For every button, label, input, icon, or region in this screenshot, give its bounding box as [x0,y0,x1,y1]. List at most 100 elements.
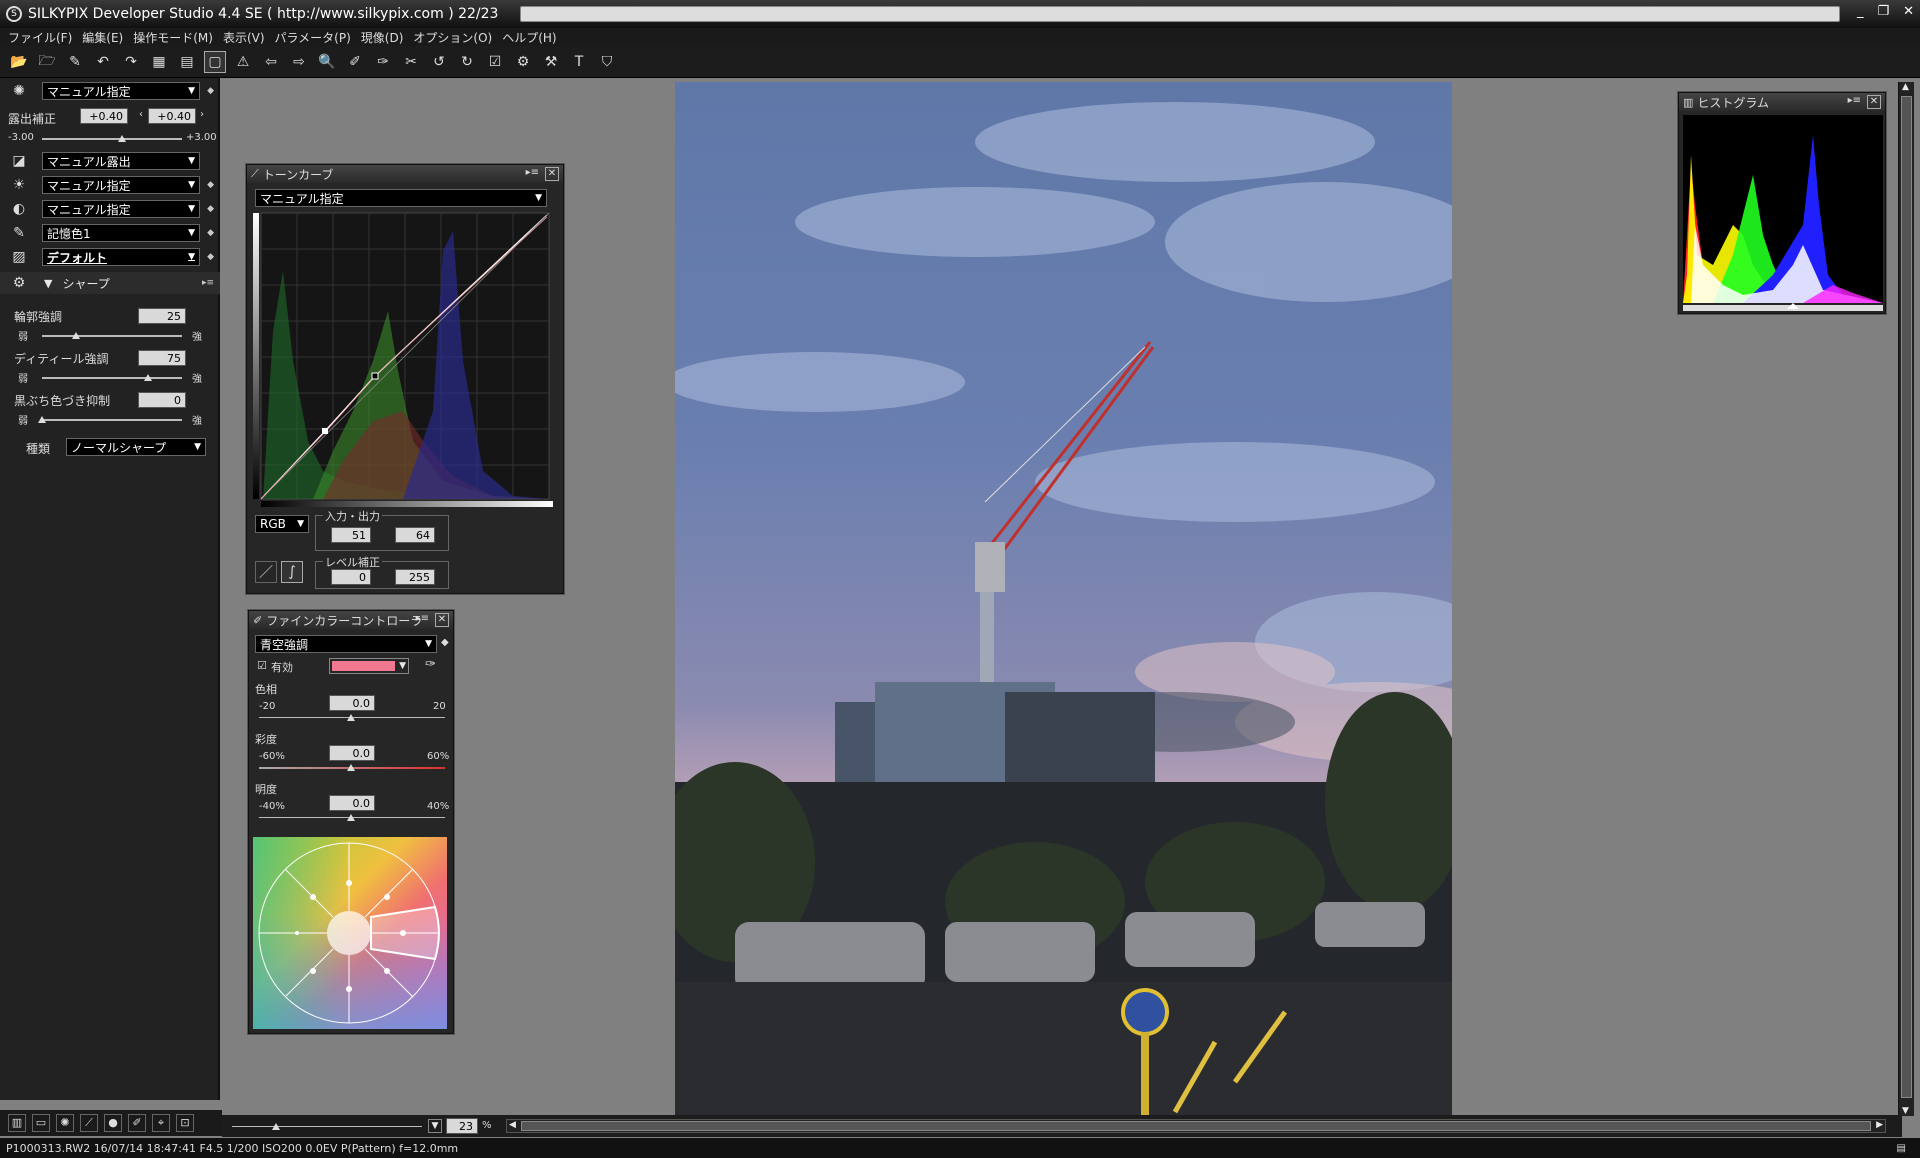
curve-point[interactable] [322,428,328,434]
sharp-header[interactable]: ⚙ ▼ シャープ ▸≡ [0,272,220,294]
preset-select[interactable]: 青空強調 ▼ [255,635,437,653]
contrast-select[interactable]: マニュアル指定 ▼ [42,200,200,218]
close-icon[interactable]: ✕ [1867,95,1881,109]
crop-tab-icon[interactable]: ⊡ [176,1114,194,1132]
scroll-left-icon[interactable]: ◀ [509,1120,516,1130]
tone-select[interactable]: マニュアル露出 ▼ [42,152,200,170]
badge-icon[interactable]: ⛉ [596,51,618,73]
enabled-checkbox[interactable]: ☑ [257,659,267,672]
wb-select[interactable]: マニュアル指定 ▼ [42,82,200,100]
finecolor-titlebar[interactable]: ✐ ファインカラーコントローラ ▸≡ ✕ [249,611,453,629]
undo-icon[interactable]: ↶ [92,51,114,73]
next-image-icon[interactable]: ⇨ [288,51,310,73]
saturation-value[interactable]: 0.0 [329,745,375,761]
detail-thumb[interactable] [144,374,152,381]
type-select[interactable]: ノーマルシャープ ▼ [66,438,206,456]
spline-curve-icon[interactable]: ∫ [281,561,303,583]
comment-tab-icon[interactable]: ▭ [32,1114,50,1132]
zoom-thumb[interactable] [272,1123,280,1130]
single-view-icon[interactable]: ▢ [204,50,226,73]
window-menu-icon[interactable]: ▸≡ [416,613,429,624]
pin-icon[interactable]: ◆ [441,637,449,648]
wb-tab-icon[interactable]: ✺ [56,1114,74,1132]
scroll-thumb[interactable] [1901,96,1912,1098]
rotate-left-icon[interactable]: ↺ [428,51,450,73]
channel-select[interactable]: RGB ▼ [255,515,309,533]
tone-curve-graph[interactable] [253,211,557,501]
brightness-thumb[interactable] [347,814,355,821]
filmstrip-view-icon[interactable]: ▤ [176,51,198,73]
brightness-value[interactable]: 0.0 [329,795,375,811]
tonecurve-titlebar[interactable]: ⟋ トーンカーブ ▸≡ ✕ [247,165,563,183]
black-slider[interactable] [42,419,182,421]
zoom-slider[interactable] [232,1126,422,1127]
text-tool-icon[interactable]: T [568,51,590,73]
horizontal-scrollbar[interactable]: ◀ ▶ [506,1119,1886,1133]
menu-view[interactable]: 表示(V) [223,29,265,46]
memory-color-select[interactable]: 記憶色1 ▼ [42,224,200,242]
window-menu-icon[interactable]: ▸≡ [526,167,539,178]
arrow-left-icon[interactable]: ‹ [139,109,143,120]
zoom-icon[interactable]: 🔍 [316,51,338,73]
menu-option[interactable]: オプション(O) [413,29,492,46]
grid-view-icon[interactable]: ▦ [148,51,170,73]
develop-icon[interactable]: ⚙ [512,51,534,73]
h-scroll-thumb[interactable] [521,1121,1871,1131]
arrow-right-icon[interactable]: › [200,109,204,120]
close-icon[interactable]: ✕ [435,613,449,627]
color-swatch-select[interactable]: ▼ [329,658,409,674]
zoom-dropdown-icon[interactable]: ▼ [428,1119,442,1133]
image-preview[interactable] [675,82,1452,1116]
black-thumb[interactable] [38,416,46,423]
menu-help[interactable]: ヘルプ(H) [502,29,556,46]
redo-icon[interactable]: ↷ [120,51,142,73]
scroll-down-icon[interactable]: ▼ [1902,1106,1909,1116]
panel-menu-icon[interactable]: ▸≡ [202,278,214,288]
check-icon[interactable]: ☑ [484,51,506,73]
saturation-thumb[interactable] [347,764,355,771]
color-wheel[interactable] [253,837,447,1029]
detail-slider[interactable] [42,377,182,379]
finecolor-tab-icon[interactable]: ✐ [128,1114,146,1132]
exposure-thumb[interactable] [118,135,126,142]
level-min-value[interactable]: 0 [331,569,371,585]
prev-image-icon[interactable]: ⇦ [260,51,282,73]
menu-mode[interactable]: 操作モード(M) [133,29,213,46]
pin-icon[interactable]: ◆ [207,180,214,190]
close-icon[interactable]: ✕ [545,167,559,181]
vertical-scrollbar[interactable]: ▲ ▼ [1898,82,1914,1116]
minimize-button[interactable]: _ [1857,4,1864,19]
zoom-value[interactable]: 23 [446,1118,478,1134]
hue-value[interactable]: 0.0 [329,695,375,711]
level-max-value[interactable]: 255 [395,569,435,585]
scroll-right-icon[interactable]: ▶ [1876,1120,1883,1130]
collapse-icon[interactable]: ▼ [44,277,52,290]
exposure-value-b[interactable]: +0.40 [148,108,196,124]
close-button[interactable]: ✕ [1903,4,1914,19]
exposure-slider[interactable] [42,138,182,140]
black-value[interactable]: 0 [138,392,186,408]
curve-tab-icon[interactable]: ⟋ [80,1114,98,1132]
input-value[interactable]: 51 [331,527,371,543]
menu-file[interactable]: ファイル(F) [8,29,72,46]
eyedropper-icon[interactable]: ✑ [425,657,436,672]
hue-thumb[interactable] [347,714,355,721]
lens-tab-icon[interactable]: ⌖ [152,1114,170,1132]
linear-curve-icon[interactable]: ／ [255,561,277,583]
outline-slider[interactable] [42,335,182,337]
pin-icon[interactable]: ◆ [207,86,214,96]
dropper-icon[interactable]: ✐ [344,51,366,73]
pin-icon[interactable]: ◆ [207,228,214,238]
eraser-icon[interactable]: ✎ [64,51,86,73]
straighten-icon[interactable]: ✂ [400,51,422,73]
curve-point[interactable] [371,372,379,380]
menu-parameter[interactable]: パラメータ(P) [275,29,351,46]
histogram-titlebar[interactable]: ▥ ヒストグラム ▸≡ ✕ [1679,93,1885,111]
outline-thumb[interactable] [72,332,80,339]
exposure-value-a[interactable]: +0.40 [80,108,128,124]
scroll-up-icon[interactable]: ▲ [1902,82,1909,92]
tonecurve-mode-select[interactable]: マニュアル指定 ▼ [255,189,547,207]
color-select[interactable]: マニュアル指定 ▼ [42,176,200,194]
histogram-tab-icon[interactable]: ▥ [8,1114,26,1132]
warning-icon[interactable]: ⚠ [232,51,254,73]
